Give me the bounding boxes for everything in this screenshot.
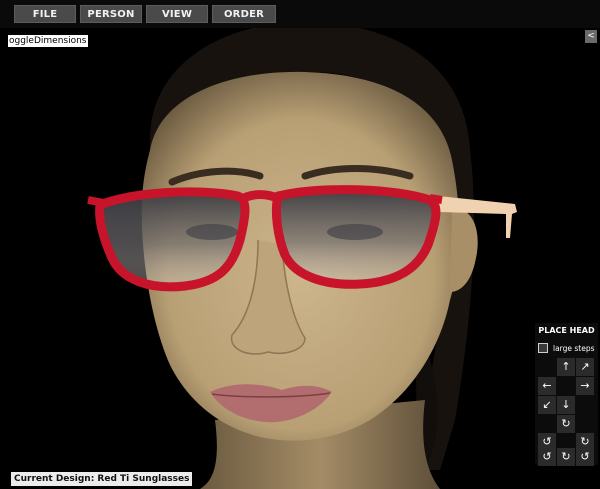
- view-menu-button[interactable]: VIEW: [146, 5, 208, 23]
- rotate-button-1[interactable]: ↻: [557, 415, 575, 433]
- rotate-icon: ↻: [561, 417, 571, 430]
- ear: [450, 209, 478, 292]
- arrow-up-right-icon: ↗: [580, 360, 590, 373]
- rotate-icon: ↺: [580, 450, 590, 463]
- large-steps-checkbox[interactable]: [538, 343, 548, 353]
- arrow-down-left-icon: ↙: [542, 398, 552, 411]
- arrow-right-icon: →: [580, 379, 590, 392]
- move-down-left-button[interactable]: ↙: [538, 396, 556, 414]
- person-menu-button[interactable]: PERSON: [80, 5, 142, 23]
- file-menu-button[interactable]: FILE: [14, 5, 76, 23]
- move-left-button[interactable]: ←: [538, 377, 556, 395]
- rotate-icon: ↺: [542, 450, 552, 463]
- move-down-button[interactable]: ↓: [557, 396, 575, 414]
- rotate-icon: ↻: [561, 450, 571, 463]
- menu-bar: FILE PERSON VIEW ORDER: [0, 0, 600, 28]
- rotate-icon: ↻: [580, 435, 590, 448]
- place-head-title: PLACE HEAD: [538, 326, 595, 335]
- arrow-up-icon: ↑: [561, 360, 571, 373]
- rotate-button-5[interactable]: ↻: [557, 448, 575, 466]
- rotate-button-4[interactable]: ↺: [538, 448, 556, 466]
- 3d-viewport[interactable]: [0, 0, 600, 489]
- toggle-dimensions-button[interactable]: oggleDimensions: [8, 35, 88, 47]
- large-steps-label: large steps: [553, 344, 595, 353]
- place-head-panel: PLACE HEAD large steps ↑ ↗ ← → ↙ ↓ ↻ ↺ ↻ ↺ ↻ ↺: [535, 323, 598, 466]
- current-design-label: Current Design: Red Ti Sunglasses: [11, 472, 193, 486]
- move-up-right-button[interactable]: ↗: [576, 358, 594, 376]
- app-window: FILE PERSON VIEW ORDER oggleDimensions <…: [0, 0, 600, 489]
- move-right-button[interactable]: →: [576, 377, 594, 395]
- arrow-left-icon: ←: [542, 379, 552, 392]
- order-menu-button[interactable]: ORDER: [212, 5, 276, 23]
- move-up-button[interactable]: ↑: [557, 358, 575, 376]
- rotate-icon: ↺: [542, 435, 552, 448]
- rotate-button-6[interactable]: ↺: [576, 448, 594, 466]
- collapse-panel-button[interactable]: <: [585, 30, 597, 43]
- arrow-down-icon: ↓: [561, 398, 571, 411]
